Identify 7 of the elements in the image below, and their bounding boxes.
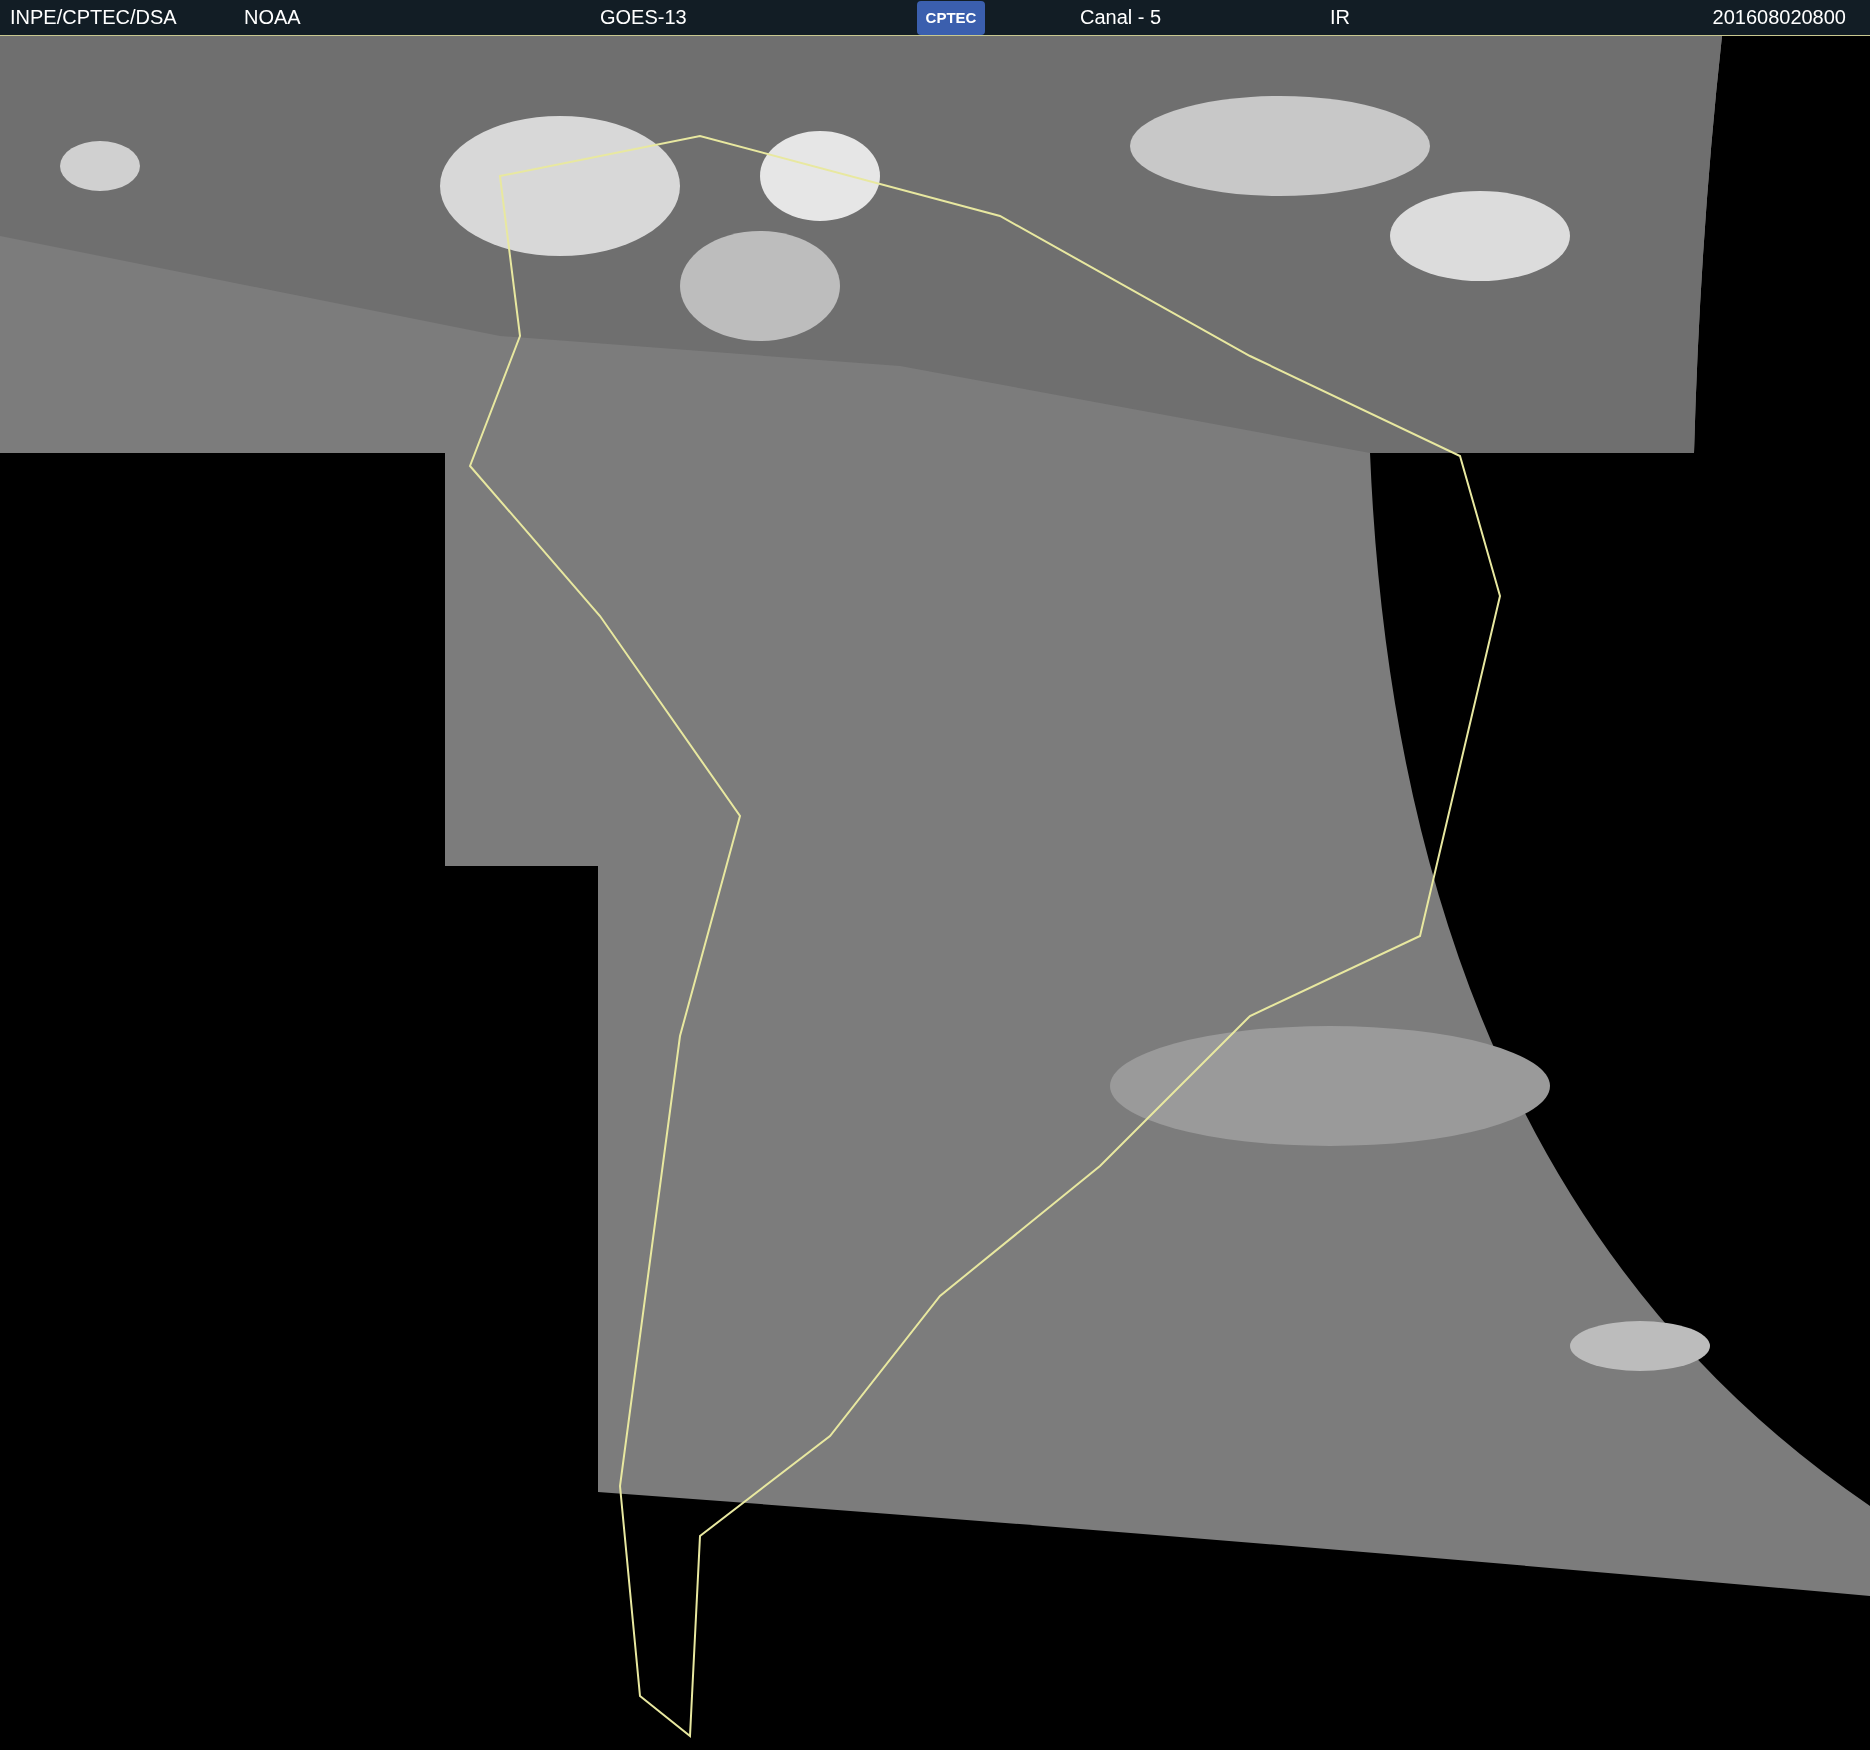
header-label: IR (1330, 6, 1350, 29)
header-label: NOAA (244, 6, 301, 29)
header-label: Canal - 5 (1080, 6, 1162, 29)
logo: CPTEC (917, 0, 985, 35)
header-label: 201608020800 (1712, 6, 1847, 29)
header-label: GOES-13 (600, 6, 687, 29)
header-label: INPE/CPTEC/DSA (10, 6, 177, 29)
